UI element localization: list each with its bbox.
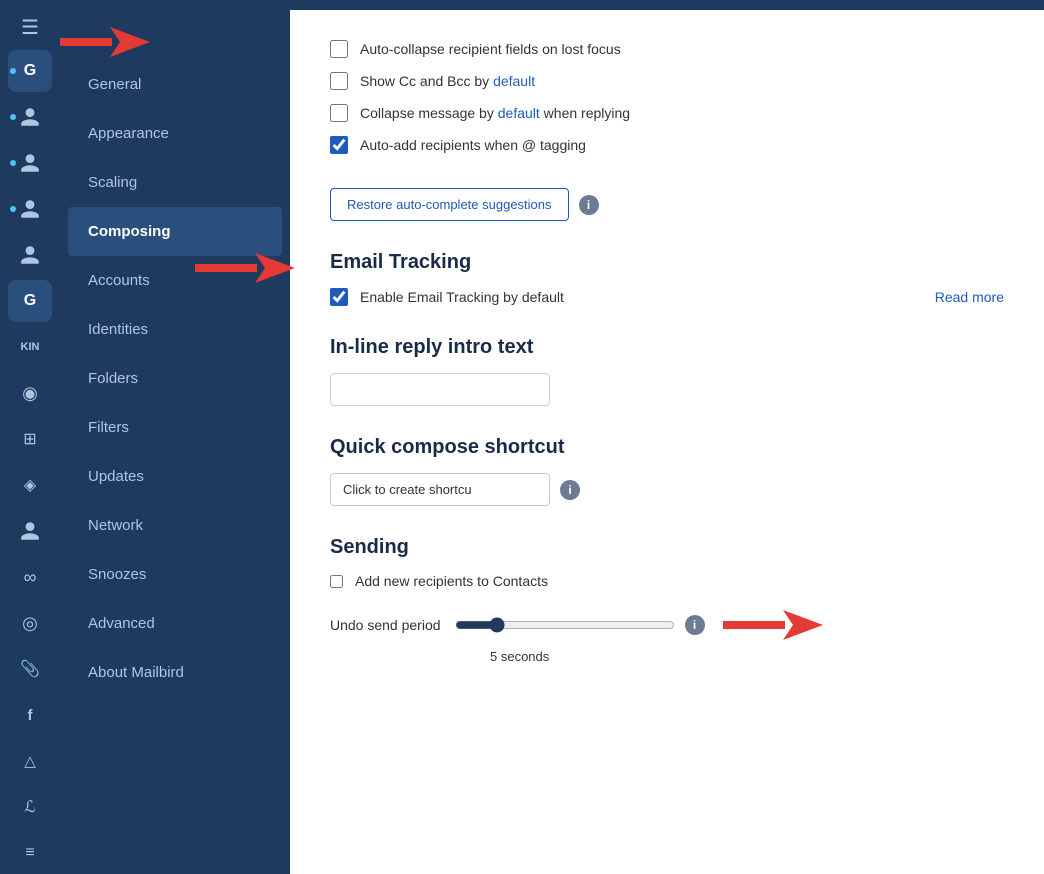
restore-button[interactable]: Restore auto-complete suggestions [330,188,569,221]
restore-info-icon[interactable]: i [579,195,599,215]
red-arrow-menu [60,22,150,62]
nav-accounts[interactable]: Accounts [68,256,282,305]
nav-updates[interactable]: Updates [68,452,282,501]
account-icon-layers[interactable]: ≡ [8,832,52,874]
inline-reply-title: In-line reply intro text [330,336,1004,359]
add-recipients-label[interactable]: Add new recipients to Contacts [355,573,548,589]
email-tracking-checkbox-row: Enable Email Tracking by default [330,288,564,306]
shortcut-input[interactable] [330,473,550,506]
account-icon-paperclip[interactable]: 📎 [8,648,52,690]
account-icon-g1[interactable]: G [8,50,52,92]
email-tracking-title: Email Tracking [330,251,1004,274]
account-icon-whatsapp[interactable]: ◎ [8,602,52,644]
undo-slider[interactable] [455,617,675,633]
quick-compose-section: Quick compose shortcut i [330,436,1004,506]
account-icon-user3[interactable] [8,188,52,230]
restore-area: Restore auto-complete suggestions i [330,188,599,221]
account-icon-dropbox[interactable]: ◈ [8,464,52,506]
nav-appearance[interactable]: Appearance [68,109,282,158]
nav-advanced[interactable]: Advanced [68,599,282,648]
account-icon-user1[interactable] [8,96,52,138]
auto-add-recipients-checkbox[interactable] [330,136,348,154]
account-icon-user4[interactable] [8,234,52,276]
nav-network[interactable]: Network [68,501,282,550]
checkbox-row-3: Collapse message by default when replyin… [330,104,1004,122]
shortcut-row: i [330,473,1004,506]
sending-section: Sending Add new recipients to Contacts U… [330,536,1004,664]
account-icon-infinity[interactable]: ∞ [8,556,52,598]
show-cc-bcc-checkbox[interactable] [330,72,348,90]
quick-compose-title: Quick compose shortcut [330,436,1004,459]
nav-composing[interactable]: Composing [68,207,282,256]
nav-identities[interactable]: Identities [68,305,282,354]
checkboxes-section: Auto-collapse recipient fields on lost f… [330,40,1004,154]
email-tracking-label[interactable]: Enable Email Tracking by default [360,289,564,305]
email-tracking-section: Email Tracking Enable Email Tracking by … [330,251,1004,306]
account-icon-g2[interactable]: G [8,280,52,322]
auto-add-recipients-label[interactable]: Auto-add recipients when @ tagging [360,137,586,153]
account-icon-grid[interactable]: ⊞ [8,418,52,460]
account-icon-person[interactable] [8,510,52,552]
account-icon-l[interactable]: ℒ [8,786,52,828]
default-highlight2: default [498,105,540,121]
email-tracking-checkbox[interactable] [330,288,348,306]
nav-folders[interactable]: Folders [68,354,282,403]
show-cc-bcc-label[interactable]: Show Cc and Bcc by default [360,73,535,89]
red-arrow-undo [723,605,823,645]
undo-send-row: Undo send period i [330,605,1004,645]
checkbox-row-4: Auto-add recipients when @ tagging [330,136,1004,154]
account-icon-circle[interactable]: ◉ [8,372,52,414]
nav-scaling[interactable]: Scaling [68,158,282,207]
checkbox-row-2: Show Cc and Bcc by default [330,72,1004,90]
account-icon-user2[interactable] [8,142,52,184]
sending-title: Sending [330,536,1004,559]
collapse-message-checkbox[interactable] [330,104,348,122]
main-content: Auto-collapse recipient fields on lost f… [290,10,1044,874]
slider-container: i [455,605,823,645]
undo-send-label: Undo send period [330,617,441,633]
checkbox-row-1: Auto-collapse recipient fields on lost f… [330,40,1004,58]
inline-reply-input[interactable] [330,373,550,406]
account-icon-fb[interactable]: f [8,694,52,736]
auto-collapse-label[interactable]: Auto-collapse recipient fields on lost f… [360,41,621,57]
shortcut-info-icon[interactable]: i [560,480,580,500]
nav-general[interactable]: General [68,60,282,109]
collapse-message-label[interactable]: Collapse message by default when replyin… [360,105,630,121]
read-more-link[interactable]: Read more [935,289,1004,305]
nav-about[interactable]: About Mailbird [68,648,282,697]
menu-toggle[interactable]: ☰ [13,10,47,46]
nav-filters[interactable]: Filters [68,403,282,452]
nav-snoozes[interactable]: Snoozes [68,550,282,599]
undo-info-icon[interactable]: i [685,615,705,635]
auto-collapse-checkbox[interactable] [330,40,348,58]
email-tracking-row: Enable Email Tracking by default Read mo… [330,288,1004,306]
inline-reply-section: In-line reply intro text [330,336,1004,406]
add-recipients-row: Add new recipients to Contacts [330,573,1004,589]
default-highlight: default [493,73,535,89]
undo-value: 5 seconds [490,649,1004,664]
account-icon-kin[interactable]: KIN [8,326,52,368]
account-icon-gdrive[interactable]: △ [8,740,52,782]
add-recipients-checkbox[interactable] [330,575,343,588]
